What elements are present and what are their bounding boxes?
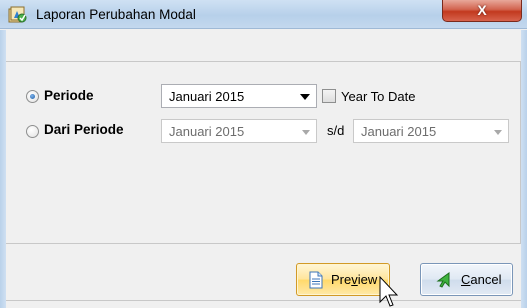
chevron-down-icon	[302, 130, 310, 135]
window-title: Laporan Perubahan Modal	[36, 7, 196, 22]
document-icon	[309, 271, 323, 289]
cancel-button-label: Cancel	[461, 272, 502, 287]
divider	[6, 300, 521, 301]
year-to-date-checkbox[interactable]	[322, 89, 336, 103]
periode-select[interactable]: Januari 2015	[161, 84, 317, 108]
periode-label: Periode	[44, 88, 94, 103]
close-button[interactable]: X	[442, 0, 522, 22]
dari-periode-to-select[interactable]: Januari 2015	[353, 119, 509, 143]
green-arrow-icon	[436, 272, 450, 288]
window-frame-right	[521, 30, 527, 308]
year-to-date-label: Year To Date	[341, 89, 416, 104]
mouse-cursor-icon	[379, 276, 399, 307]
periode-select-value: Januari 2015	[169, 89, 245, 104]
cancel-button[interactable]: Cancel	[420, 263, 513, 296]
title-bar[interactable]: Laporan Perubahan Modal X	[0, 0, 527, 29]
dari-periode-from-select[interactable]: Januari 2015	[161, 119, 317, 143]
chevron-down-icon	[300, 94, 310, 100]
preview-button-label: Preview	[331, 272, 378, 287]
from-select-value: Januari 2015	[169, 124, 245, 139]
chevron-down-icon	[494, 130, 502, 135]
periode-radio[interactable]	[26, 90, 39, 103]
dari-periode-label: Dari Periode	[44, 122, 124, 137]
preview-button[interactable]: Preview	[296, 263, 390, 296]
report-app-icon	[8, 6, 27, 23]
range-separator: s/d	[327, 123, 345, 138]
close-icon: X	[477, 2, 487, 18]
to-select-value: Januari 2015	[361, 124, 437, 139]
dari-periode-radio[interactable]	[26, 125, 39, 138]
dialog-window: Laporan Perubahan Modal X Periode Januar…	[0, 0, 527, 308]
